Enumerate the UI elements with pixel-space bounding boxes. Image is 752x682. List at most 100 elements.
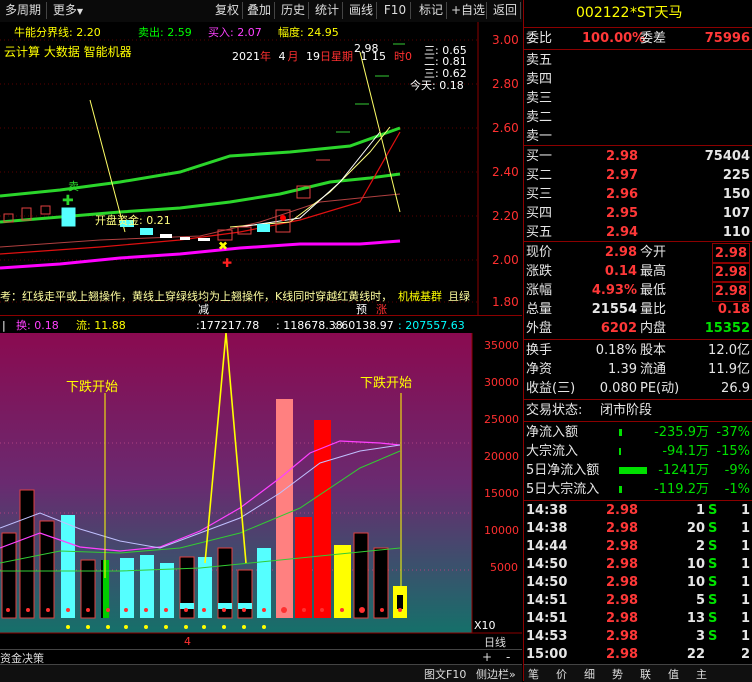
bid-price: 2.97: [606, 168, 639, 183]
flow-bar: [619, 448, 621, 455]
flow-value: -94.1万: [662, 444, 709, 459]
quote-tab[interactable]: 值: [668, 666, 679, 682]
status-row: 交易状态: 闭市阶段: [526, 403, 653, 418]
zoom-label: X10: [474, 619, 496, 632]
tick-price: 2.98: [606, 503, 639, 518]
stat-label: 量比: [640, 302, 667, 317]
mark-yu: 预: [356, 303, 367, 315]
bid-row: 买一 2.98 75404: [524, 147, 752, 166]
bid-row: 买四 2.95 107: [524, 204, 752, 223]
huan-label: 换: 0.18: [16, 318, 59, 332]
ask-row: 卖五: [524, 51, 752, 70]
flow-value: -119.2万: [654, 482, 709, 497]
stat-label: 今开: [640, 245, 667, 260]
period-button[interactable]: 多周期: [0, 2, 47, 19]
price-tick: 3.00: [492, 33, 519, 47]
tick-count: 1: [740, 539, 750, 554]
quote-tab[interactable]: 联: [640, 666, 651, 682]
stock-title: 002122 *ST天马: [524, 4, 752, 24]
tick-price: 2.98: [606, 557, 639, 572]
rixian-button[interactable]: 日线: [484, 634, 506, 650]
tick-side: S: [708, 593, 718, 608]
toolbar-button[interactable]: 画线: [346, 2, 377, 19]
tick-time: 14:50: [526, 575, 568, 590]
price-tick: 1.80: [492, 295, 519, 309]
bottom-tabbar: 图文F10 侧边栏»: [0, 664, 522, 682]
toolbar-button[interactable]: 复权: [212, 2, 243, 19]
chart-toolbar: 多周期 更多▼ 复权 叠加 历史 统计 画线 F10 标记 +自选 返回: [0, 0, 522, 23]
bid-volume: 150: [722, 187, 750, 202]
toolbar-button[interactable]: 统计: [312, 2, 343, 19]
toolbar-button[interactable]: F10: [380, 2, 411, 19]
tick-time: 14:38: [526, 521, 568, 536]
bull-line-label: 牛能分界线: 2.20: [14, 25, 101, 39]
toolbar-button[interactable]: 历史: [278, 2, 309, 19]
vol-num: : 60138.97: [334, 319, 394, 332]
tick-volume: 1: [695, 503, 705, 518]
stat-label: 总量: [526, 302, 553, 317]
tick-price: 2.98: [606, 575, 639, 590]
annot-left: 下跌开始: [66, 379, 118, 395]
annot-right: 下跌开始: [360, 375, 412, 391]
bid-label: 买二: [526, 168, 553, 183]
stat-value: 21554: [591, 302, 637, 317]
stock-code: 002122: [576, 5, 630, 21]
quote-tab[interactable]: 细: [584, 666, 595, 682]
stat-label: 收益(三): [526, 381, 576, 396]
vol-sep: |: [2, 319, 6, 332]
tick-row: 14:51 2.98 13 S 1: [524, 610, 752, 628]
bid-label: 买五: [526, 225, 553, 240]
ticker-end: 且绿: [448, 289, 470, 303]
tick-volume: 10: [686, 557, 705, 572]
bottom-strip: 资金决策 日线 + -: [0, 636, 522, 665]
flow-percent: -37%: [716, 425, 750, 440]
toolbar-button[interactable]: +自选: [450, 2, 487, 19]
vol-tick: 5000: [490, 561, 518, 574]
stat-value: 0.18: [717, 302, 750, 317]
stat-value: 0.14: [604, 264, 637, 279]
flow-percent: -1%: [724, 482, 750, 497]
stat-label: 涨跌: [526, 264, 553, 279]
zoom-in-button[interactable]: +: [482, 650, 492, 664]
bid-volume: 110: [722, 225, 750, 240]
toolbar-button[interactable]: 返回: [490, 2, 521, 19]
tick-row: 14:44 2.98 2 S 1: [524, 538, 752, 556]
toolbar-button[interactable]: 叠加: [244, 2, 275, 19]
tick-side: S: [708, 503, 718, 518]
stock-name: *ST天马: [630, 5, 683, 21]
toolbar-button[interactable]: 标记: [416, 2, 447, 19]
stat-value: 2.98: [711, 281, 750, 302]
quote-tab[interactable]: 主: [696, 666, 707, 682]
vol-tick: 25000: [484, 413, 519, 426]
stat-value: 4.93%: [591, 283, 637, 298]
zoom-out-button[interactable]: -: [506, 650, 510, 664]
bid-label: 买四: [526, 206, 553, 221]
quote-tab[interactable]: 势: [612, 666, 623, 682]
tick-price: 2.98: [606, 611, 639, 626]
tick-time: 14:50: [526, 557, 568, 572]
candlestick-chart[interactable]: ✖ ✚ ✚ 3.00 2.80 2.60 2.40 2.20 2.00 1.80…: [0, 22, 522, 315]
quote-tab[interactable]: 笔: [528, 666, 539, 682]
f10-tab[interactable]: 图文F10: [424, 666, 466, 682]
quote-tab[interactable]: 价: [556, 666, 567, 682]
sidebar-tab[interactable]: 侧边栏»: [476, 666, 516, 682]
more-button[interactable]: 更多▼: [48, 2, 88, 19]
ask-row: 卖三: [524, 89, 752, 108]
amp-label: 幅度: 24.95: [278, 25, 339, 39]
overlay-mid: 15: [372, 50, 386, 63]
tick-row: 15:00 2.98 22 2: [524, 646, 752, 664]
stat2-row: 净资 1.39 流通 11.9亿: [524, 360, 752, 379]
quote-tabbar: 笔价细势联值主: [524, 664, 752, 682]
tick-volume: 3: [695, 629, 705, 644]
tick-price: 2.98: [606, 539, 639, 554]
ask-label: 卖一: [526, 129, 553, 144]
bid-price: 2.94: [606, 225, 639, 240]
stat-value: 1.39: [608, 362, 637, 377]
svg-text:✚: ✚: [62, 193, 74, 209]
stat-value: 2.98: [711, 243, 750, 264]
tick-side: S: [708, 539, 718, 554]
volume-chart[interactable]: 下跌开始 下跌开始 35000 30000 25000 20000 15000 …: [0, 333, 522, 649]
ticker-tail: 机械基群: [398, 289, 442, 303]
vol-num: :177217.78: [196, 319, 259, 332]
tick-side: S: [708, 557, 718, 572]
